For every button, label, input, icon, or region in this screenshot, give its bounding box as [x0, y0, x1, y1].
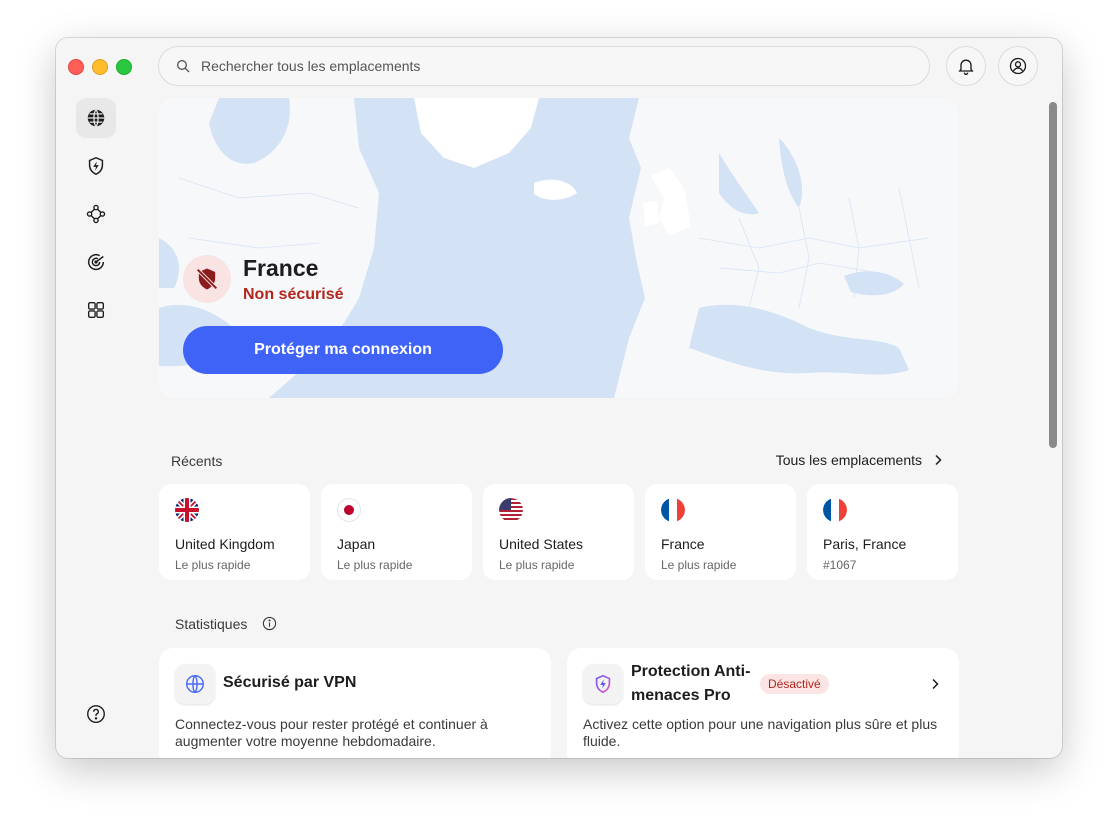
threat-stat-title-line1: Protection Anti- — [631, 663, 751, 680]
japan-flag-icon — [337, 498, 361, 522]
sidebar-item-network[interactable] — [76, 194, 116, 234]
vpn-stat-title: Sécurisé par VPN — [223, 674, 357, 691]
recent-card-japan[interactable]: Japan Le plus rapide — [321, 484, 472, 580]
connection-map: France Non sécurisé Protéger ma connexio… — [159, 98, 959, 398]
sidebar-item-apps[interactable] — [76, 290, 116, 330]
help-button[interactable] — [76, 694, 116, 734]
user-icon — [1009, 57, 1027, 75]
recent-card-paris[interactable]: Paris, France #1067 — [807, 484, 958, 580]
shield-bolt-icon — [88, 156, 104, 176]
bell-icon — [958, 59, 974, 75]
protect-connection-button[interactable]: Protéger ma connexion — [183, 326, 503, 374]
recent-card-name: United States — [499, 536, 584, 552]
all-locations-link[interactable]: Tous les emplacements — [776, 452, 944, 468]
shield-off-icon — [196, 268, 218, 290]
recent-card-sub: #1067 — [823, 558, 857, 572]
connection-status: Non sécurisé — [243, 286, 344, 303]
sidebar-item-protection[interactable] — [76, 146, 116, 186]
account-button[interactable] — [998, 46, 1038, 86]
chevron-right-icon — [932, 678, 939, 690]
uk-flag-icon — [175, 498, 199, 522]
recent-card-name: Japan — [337, 536, 376, 552]
sidebar-item-tracker[interactable] — [76, 242, 116, 282]
recents-label: Récents — [171, 453, 223, 469]
us-flag-icon — [499, 498, 523, 522]
threat-protection-card[interactable]: Protection Anti- menaces Pro Désactivé A… — [567, 648, 959, 758]
recent-card-name: France — [661, 536, 705, 552]
chevron-right-icon — [935, 454, 942, 466]
target-icon — [87, 253, 105, 271]
all-locations-label: Tous les emplacements — [775, 452, 922, 468]
recent-card-us[interactable]: United States Le plus rapide — [483, 484, 634, 580]
sidebar — [56, 38, 136, 758]
recent-card-sub: Le plus rapide — [337, 558, 413, 572]
search-input[interactable] — [199, 57, 803, 75]
france-flag-icon — [823, 498, 847, 522]
notifications-button[interactable] — [946, 46, 986, 86]
help-icon — [87, 705, 105, 723]
grid-icon — [87, 301, 105, 319]
info-icon[interactable] — [262, 616, 277, 631]
sidebar-item-locations[interactable] — [76, 98, 116, 138]
recent-card-sub: Le plus rapide — [175, 558, 251, 572]
search-icon — [177, 60, 190, 73]
scrollbar-thumb[interactable] — [1049, 102, 1057, 448]
recent-card-france[interactable]: France Le plus rapide — [645, 484, 796, 580]
stats-label: Statistiques — [175, 616, 248, 632]
threat-stat-title-line2: menaces Pro — [631, 687, 731, 704]
vpn-stat-desc: Connectez-vous pour rester protégé et co… — [175, 716, 488, 749]
globe-icon — [186, 675, 204, 693]
recent-card-name: Paris, France — [823, 536, 907, 552]
threat-stat-desc: Activez cette option pour une navigation… — [583, 716, 938, 749]
app-window: France Non sécurisé Protéger ma connexio… — [56, 38, 1062, 758]
nodes-icon — [86, 204, 106, 224]
shield-bolt-icon — [595, 674, 611, 694]
search-bar[interactable] — [158, 46, 930, 86]
status-badge: Désactivé — [760, 674, 829, 694]
unsecured-status-icon — [183, 255, 231, 303]
vpn-stat-icon — [175, 664, 215, 704]
recent-card-sub: Le plus rapide — [661, 558, 737, 572]
recent-card-name: United Kingdom — [175, 536, 275, 552]
globe-icon — [87, 109, 105, 127]
vpn-stat-card[interactable]: Sécurisé par VPN Connectez-vous pour res… — [159, 648, 551, 758]
current-country: France — [243, 255, 319, 281]
france-flag-icon — [661, 498, 685, 522]
recent-card-sub: Le plus rapide — [499, 558, 575, 572]
recent-card-uk[interactable]: United Kingdom Le plus rapide — [159, 484, 310, 580]
threat-stat-icon — [583, 664, 623, 704]
